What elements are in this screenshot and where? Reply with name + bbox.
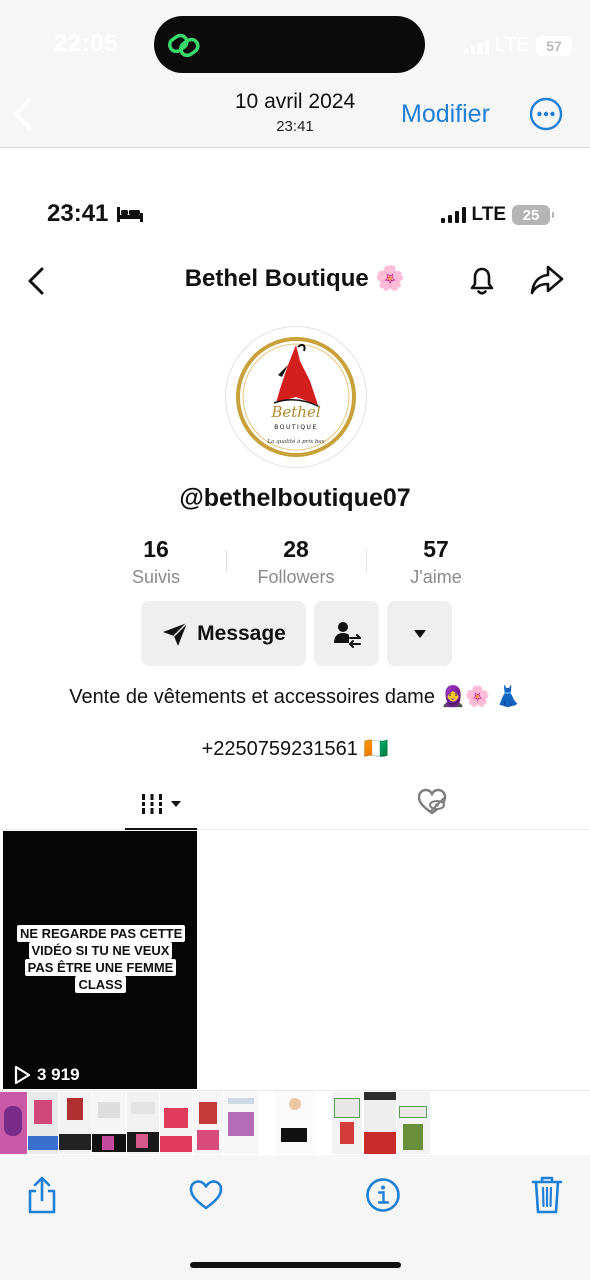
video-caption-text: NE REGARDE PAS CETTE VIDÉO SI TU NE VEUX…: [17, 925, 186, 993]
strip-thumbnail[interactable]: [160, 1092, 192, 1154]
photo-thumbnail-strip[interactable]: [0, 1090, 590, 1154]
strip-thumbnail[interactable]: [0, 1092, 27, 1154]
profile-tabs: [0, 780, 590, 830]
logo-tagline-text: La qualité à prix bas: [266, 438, 324, 445]
video-play-count: 3 919: [13, 1065, 80, 1085]
add-friend-button[interactable]: [314, 601, 379, 666]
message-button[interactable]: Message: [141, 601, 306, 666]
profile-bio: Vente de vêtements et accessoires dame 🧕…: [69, 686, 521, 708]
share-arrow-icon[interactable]: [528, 262, 566, 298]
logo-script-text: Bethel: [270, 403, 320, 421]
outer-battery: 57: [536, 35, 572, 56]
home-indicator: [190, 1262, 401, 1268]
strip-thumbnail[interactable]: [28, 1092, 58, 1154]
outer-network: LTE: [494, 34, 530, 56]
tab-videos[interactable]: [125, 780, 197, 830]
video-views: 3 919: [37, 1065, 80, 1084]
video-thumbnail[interactable]: NE REGARDE PAS CETTE VIDÉO SI TU NE VEUX…: [3, 831, 197, 1089]
stat-label: Suivis: [131, 567, 180, 587]
logo-sub-text: BOUTIQUE: [274, 424, 317, 431]
stat-likes[interactable]: 57 J'aime: [366, 536, 506, 592]
outer-signal-icon: [463, 38, 489, 54]
inner-status-bar: 23:41 LTE 25: [0, 190, 590, 240]
caret-down-icon: [171, 801, 181, 807]
inner-network: LTE: [471, 204, 506, 225]
share-icon[interactable]: [26, 1175, 58, 1215]
photo-nav-bar: 10 avril 2024 23:41 Modifier: [0, 82, 590, 146]
inner-signal-icon: [440, 207, 466, 223]
stat-label: J'aime: [410, 567, 462, 587]
photo-date: 10 avril 2024: [234, 90, 356, 113]
strip-thumbnail[interactable]: [127, 1092, 159, 1154]
favorite-heart-icon[interactable]: [188, 1179, 224, 1211]
inner-clock: 23:41: [47, 200, 144, 228]
dynamic-island: [154, 16, 425, 73]
inner-clock-text: 23:41: [47, 200, 109, 227]
stat-value: 57: [423, 536, 449, 562]
profile-phone: +2250759231561 🇨🇮: [201, 738, 389, 760]
send-icon: [163, 621, 188, 646]
message-label: Message: [197, 621, 286, 645]
profile-stats: 16 Suivis 28 Followers 57 J'aime: [86, 536, 506, 592]
info-icon[interactable]: [365, 1177, 401, 1213]
edit-button[interactable]: Modifier: [401, 100, 490, 129]
strip-thumbnail[interactable]: [275, 1092, 315, 1154]
trash-icon[interactable]: [531, 1175, 563, 1215]
inner-battery: 25: [512, 205, 554, 225]
outer-status-bar: 22:05 LTE 57: [0, 0, 590, 80]
profile-title: Bethel Boutique 🌸: [184, 265, 406, 292]
hidden-likes-heart-icon[interactable]: [416, 787, 448, 817]
strip-thumbnail[interactable]: [59, 1092, 91, 1154]
grid-bars-icon: [140, 794, 164, 814]
inner-status-right: LTE 25: [440, 204, 554, 226]
stat-followers[interactable]: 28 Followers: [226, 536, 366, 592]
profile-handle: @bethelboutique07: [179, 484, 411, 512]
bell-icon[interactable]: [464, 262, 500, 298]
profile-avatar[interactable]: Bethel BOUTIQUE La qualité à prix bas: [225, 326, 367, 468]
sleep-bed-icon: [117, 207, 144, 222]
play-icon: [14, 1065, 31, 1085]
person-swap-icon: [333, 621, 361, 648]
outer-clock: 22:05: [54, 30, 118, 57]
video-caption: NE REGARDE PAS CETTE VIDÉO SI TU NE VEUX…: [17, 925, 186, 993]
outer-status-right: LTE 57: [463, 34, 572, 57]
more-options-icon[interactable]: [529, 97, 563, 131]
strip-thumbnail[interactable]: [92, 1092, 126, 1154]
strip-thumbnail[interactable]: [224, 1092, 258, 1154]
caret-down-icon: [413, 629, 426, 638]
stat-value: 16: [143, 536, 169, 562]
photo-time: 23:41: [276, 118, 314, 135]
strip-thumbnail[interactable]: [193, 1092, 223, 1154]
stat-following[interactable]: 16 Suivis: [86, 536, 226, 592]
strip-thumbnail[interactable]: [364, 1092, 396, 1154]
strip-thumbnail[interactable]: [397, 1092, 430, 1154]
link-icon: [167, 33, 200, 58]
stat-label: Followers: [257, 567, 335, 587]
profile-nav-bar: Bethel Boutique 🌸: [0, 252, 590, 308]
profile-actions: Message: [141, 601, 452, 666]
photo-viewer-header: 22:05 LTE 57 10 avril 2024 23:41 Modifie…: [0, 0, 590, 148]
more-dropdown-button[interactable]: [387, 601, 452, 666]
boutique-logo: Bethel BOUTIQUE La qualité à prix bas: [236, 337, 356, 457]
stat-value: 28: [283, 536, 309, 562]
strip-thumbnail[interactable]: [332, 1092, 362, 1154]
